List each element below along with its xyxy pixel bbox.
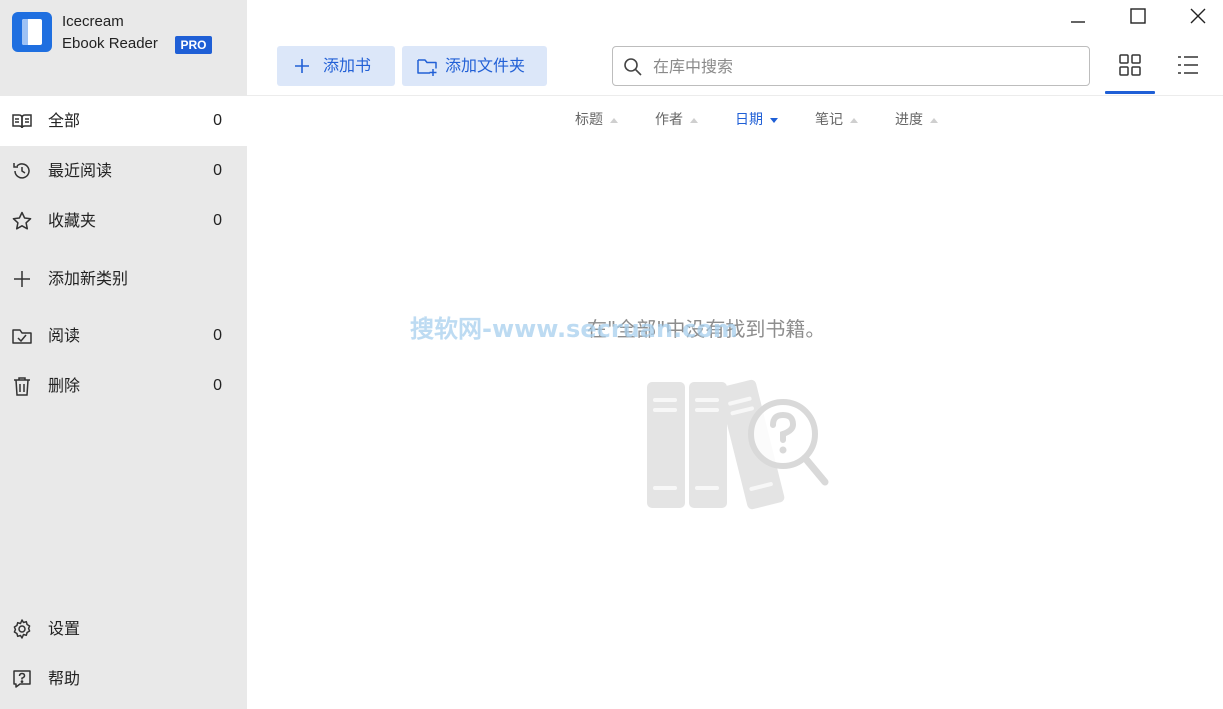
grid-view-button[interactable] [1105,46,1155,94]
sidebar-item-settings[interactable]: 设置 [0,604,247,654]
trash-icon [14,377,30,396]
sort-label: 作者 [655,112,683,128]
sidebar-item-label: 最近阅读 [48,161,113,180]
book-open-icon [12,114,32,129]
list-view-icon [1178,56,1198,74]
sort-arrow-icon [770,118,778,123]
app-name-line1: Icecream [62,13,124,30]
history-icon [13,163,30,179]
add-folder-button[interactable]: 添加文件夹 [402,46,547,86]
sidebar-item-label: 删除 [48,376,81,395]
sort-by-author[interactable]: 作者 [655,111,699,129]
app-name-line2: Ebook Reader [62,35,158,52]
sidebar-item-label: 全部 [48,111,81,130]
close-icon [1190,8,1206,24]
grid-view-icon [1119,54,1141,76]
sort-by-date[interactable]: 日期 [735,111,779,129]
sidebar-item-count: 0 [213,162,222,179]
folder-plus-icon [417,59,437,76]
sort-by-progress[interactable]: 进度 [895,111,939,129]
sidebar-item-label: 帮助 [48,669,81,688]
sidebar-item-label: 添加新类别 [48,269,129,288]
help-icon [13,670,31,688]
sort-by-notes[interactable]: 笔记 [815,111,859,129]
sidebar-item-favorites[interactable]: 收藏夹 0 [0,196,247,246]
sort-label: 进度 [895,112,923,128]
sidebar-item-count: 0 [213,377,222,394]
sort-label: 标题 [575,112,603,128]
sidebar-item-label: 设置 [48,619,81,638]
active-view-indicator [1105,91,1155,94]
minimize-button[interactable] [1052,0,1102,34]
sidebar-item-label: 阅读 [48,326,81,345]
sidebar-item-label: 收藏夹 [48,211,97,230]
sidebar-item-count: 0 [213,112,222,129]
add-book-label: 添加书 [323,56,372,75]
search-box [612,46,1090,86]
search-input[interactable] [653,54,1073,78]
sidebar-item-all[interactable]: 全部 0 [0,96,247,146]
star-icon [12,211,32,230]
add-book-button[interactable]: 添加书 [277,46,395,86]
sort-label: 日期 [735,112,763,128]
plus-icon [14,271,30,287]
sidebar-item-count: 0 [213,212,222,229]
search-icon [624,58,642,76]
sidebar-item-help[interactable]: 帮助 [0,654,247,704]
sort-arrow-icon [610,118,618,123]
folder-check-icon [12,329,32,344]
toolbar-divider [247,95,1223,96]
close-button[interactable] [1172,0,1222,34]
app-logo-icon [12,12,52,52]
sort-by-title[interactable]: 标题 [575,111,619,129]
pro-badge: PRO [175,36,212,54]
add-folder-label: 添加文件夹 [445,56,526,75]
plus-icon [295,59,309,73]
sidebar-item-deleted[interactable]: 删除 0 [0,361,247,411]
sort-arrow-icon [690,118,698,123]
sort-arrow-icon [930,118,938,123]
sidebar-item-recent[interactable]: 最近阅读 0 [0,146,247,196]
sidebar-add-category[interactable]: 添加新类别 [0,254,247,304]
maximize-icon [1130,8,1146,24]
watermark-text: 搜软网-www.secruan.com [410,315,738,343]
sort-arrow-icon [850,118,858,123]
sidebar-item-count: 0 [213,327,222,344]
sort-label: 笔记 [815,112,843,128]
sidebar: Icecream Ebook Reader PRO 全部 0 最近阅读 0 收藏… [0,0,247,709]
sidebar-item-reading[interactable]: 阅读 0 [0,311,247,361]
list-view-button[interactable] [1162,46,1212,94]
gear-icon [13,619,31,639]
empty-library-illustration [647,379,829,510]
maximize-button[interactable] [1112,0,1162,34]
minimize-icon [1071,21,1085,23]
app-brand: Icecream Ebook Reader PRO [0,0,247,96]
